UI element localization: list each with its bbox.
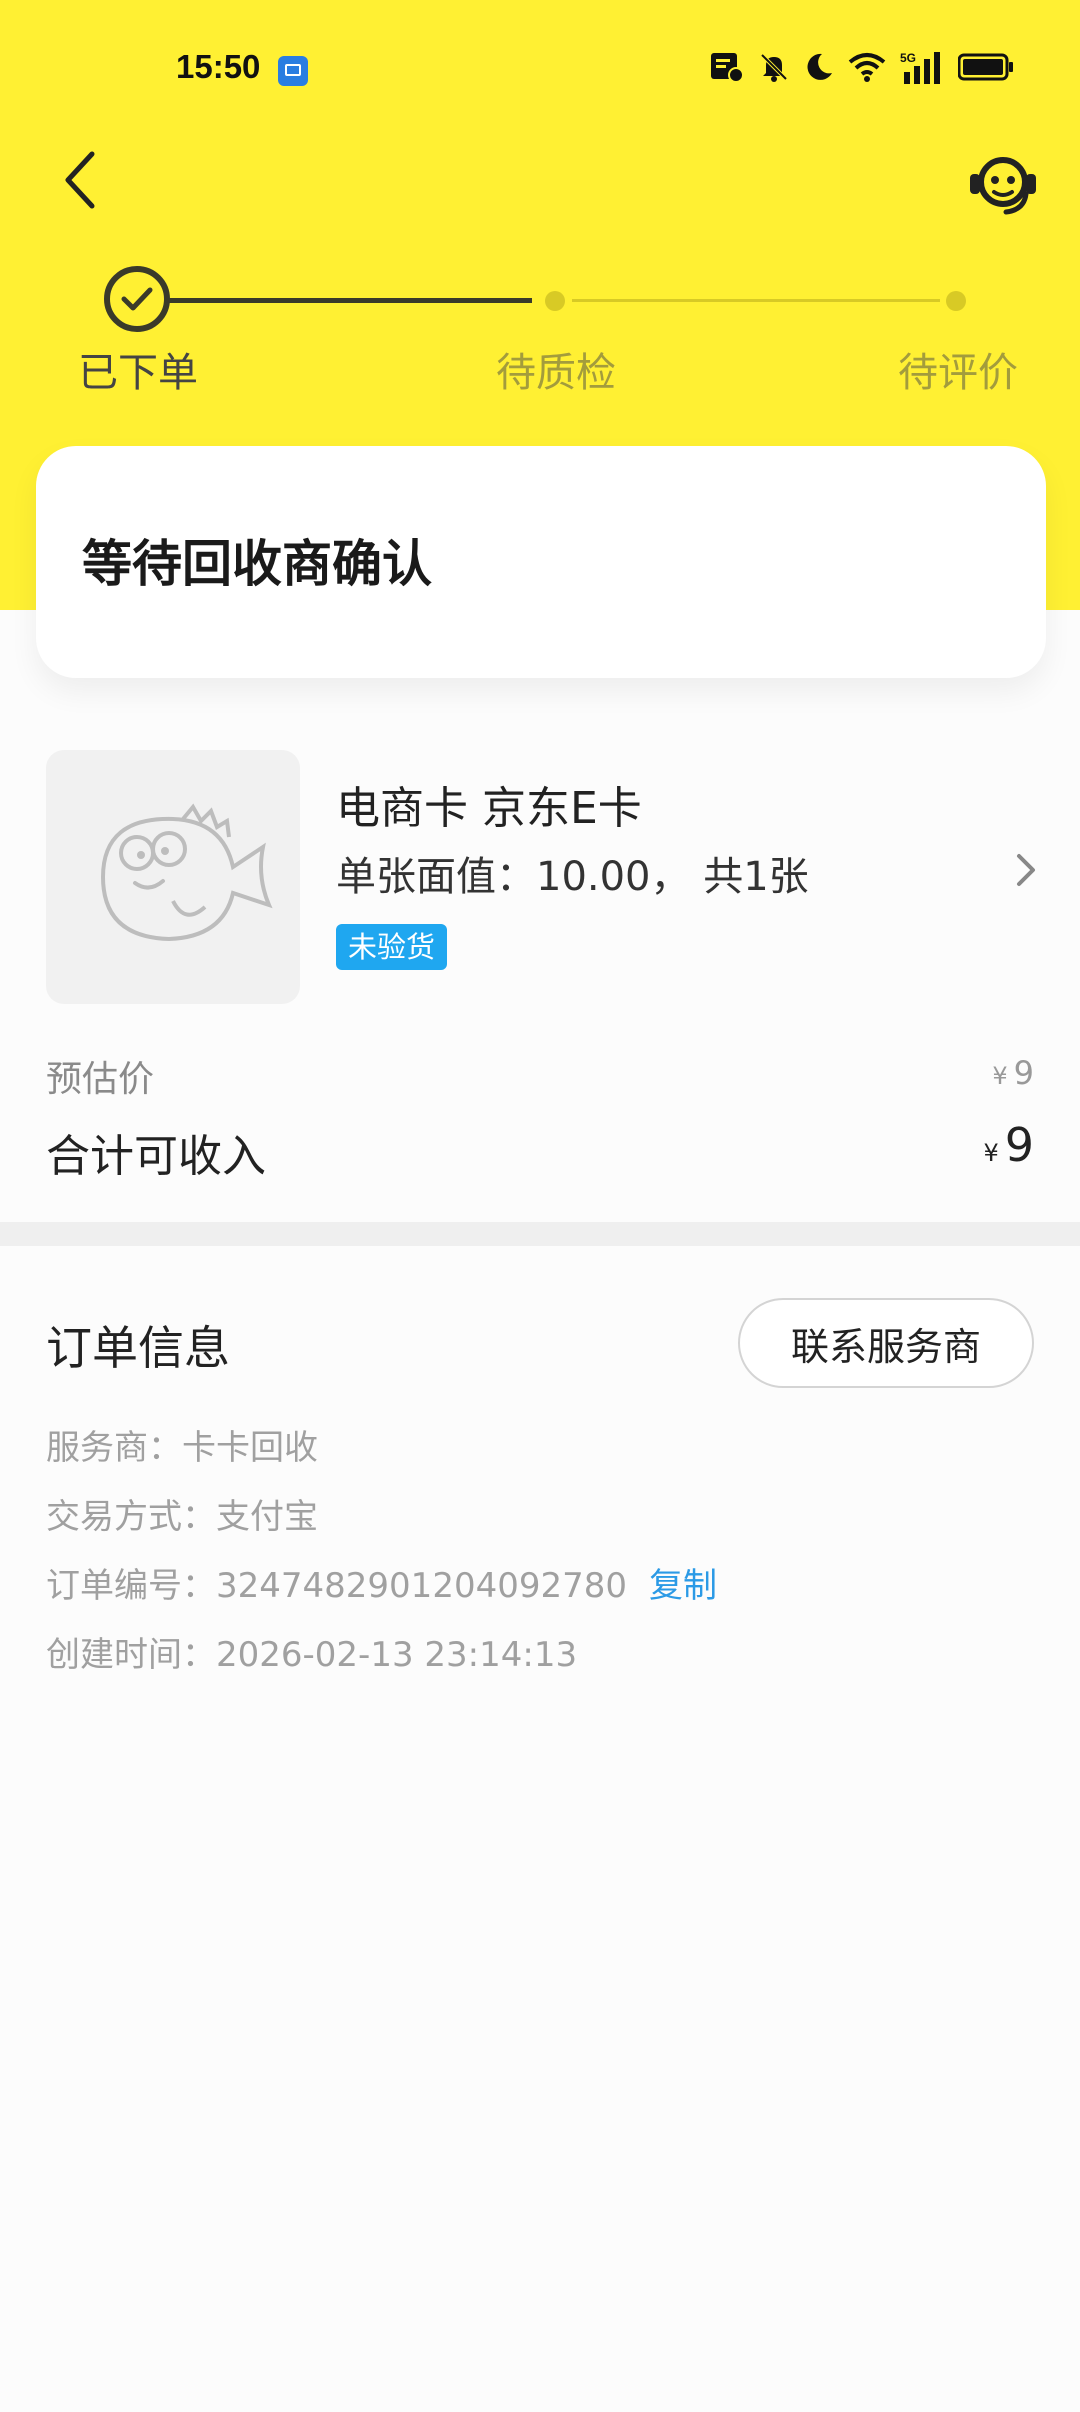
- order-status-title: 等待回收商确认: [82, 535, 432, 593]
- estimate-price-label: 预估价: [46, 1059, 155, 1100]
- moon-icon: [807, 53, 832, 80]
- bell-off-icon: [760, 53, 788, 82]
- chevron-left-icon: [65, 151, 95, 209]
- step-label-quality-check: 待质检: [496, 350, 616, 396]
- step-label-ordered: 已下单: [78, 350, 198, 396]
- customer-service-icon: [970, 157, 1036, 215]
- copy-order-number-button[interactable]: 复制: [649, 1566, 717, 1606]
- step-label-review: 待评价: [898, 350, 1018, 396]
- estimate-currency: ¥: [992, 1062, 1008, 1090]
- customer-service-button[interactable]: [966, 148, 1040, 222]
- contact-provider-button[interactable]: 联系服务商: [738, 1298, 1034, 1388]
- app-notification-icon: [278, 56, 308, 86]
- order-number-row: 订单编号：3247482901204092780 复制: [46, 1558, 717, 1607]
- order-info-title: 订单信息: [46, 1321, 230, 1375]
- status-badge: 未验货: [336, 924, 448, 970]
- estimate-amount: 9: [1013, 1054, 1034, 1092]
- back-button[interactable]: [52, 148, 108, 212]
- svg-text:5G: 5G: [900, 51, 916, 65]
- progress-line-pending: [572, 299, 940, 302]
- progress-line-completed: [168, 298, 532, 303]
- status-time: 15:50: [176, 48, 261, 85]
- created-time-row: 创建时间：2026-02-13 23:14:13: [46, 1635, 578, 1675]
- battery-icon: [958, 53, 1013, 81]
- step-dot-quality-check: [545, 291, 565, 311]
- status-icons: 5G: [710, 50, 1014, 84]
- product-detail-link[interactable]: [1014, 852, 1038, 892]
- section-divider: [0, 1222, 1080, 1246]
- step-dot-review: [946, 291, 966, 311]
- total-currency: ¥: [983, 1139, 999, 1167]
- chevron-right-icon: [1017, 854, 1035, 886]
- wifi-icon: [848, 53, 886, 82]
- step-done-indicator: [104, 266, 170, 332]
- payment-row: 交易方式：支付宝: [46, 1497, 318, 1537]
- total-amount: 9: [1004, 1118, 1034, 1172]
- fish-placeholder-icon: [100, 803, 273, 942]
- product-name: 电商卡 京东E卡: [336, 783, 642, 834]
- sim-card-icon: [711, 53, 744, 83]
- product-spec: 单张面值：10.00， 共1张: [336, 854, 809, 900]
- total-income-label: 合计可收入: [46, 1131, 266, 1182]
- 5g-signal-icon: 5G: [900, 51, 940, 84]
- product-image-placeholder: [46, 750, 300, 1004]
- order-status-card: 等待回收商确认: [36, 446, 1046, 678]
- total-income-value: ¥9: [983, 1118, 1034, 1172]
- estimate-price-value: ¥9: [992, 1054, 1034, 1092]
- order-number: 订单编号：3247482901204092780: [46, 1566, 628, 1606]
- check-icon: [121, 287, 153, 311]
- provider-row: 服务商：卡卡回收: [46, 1428, 318, 1468]
